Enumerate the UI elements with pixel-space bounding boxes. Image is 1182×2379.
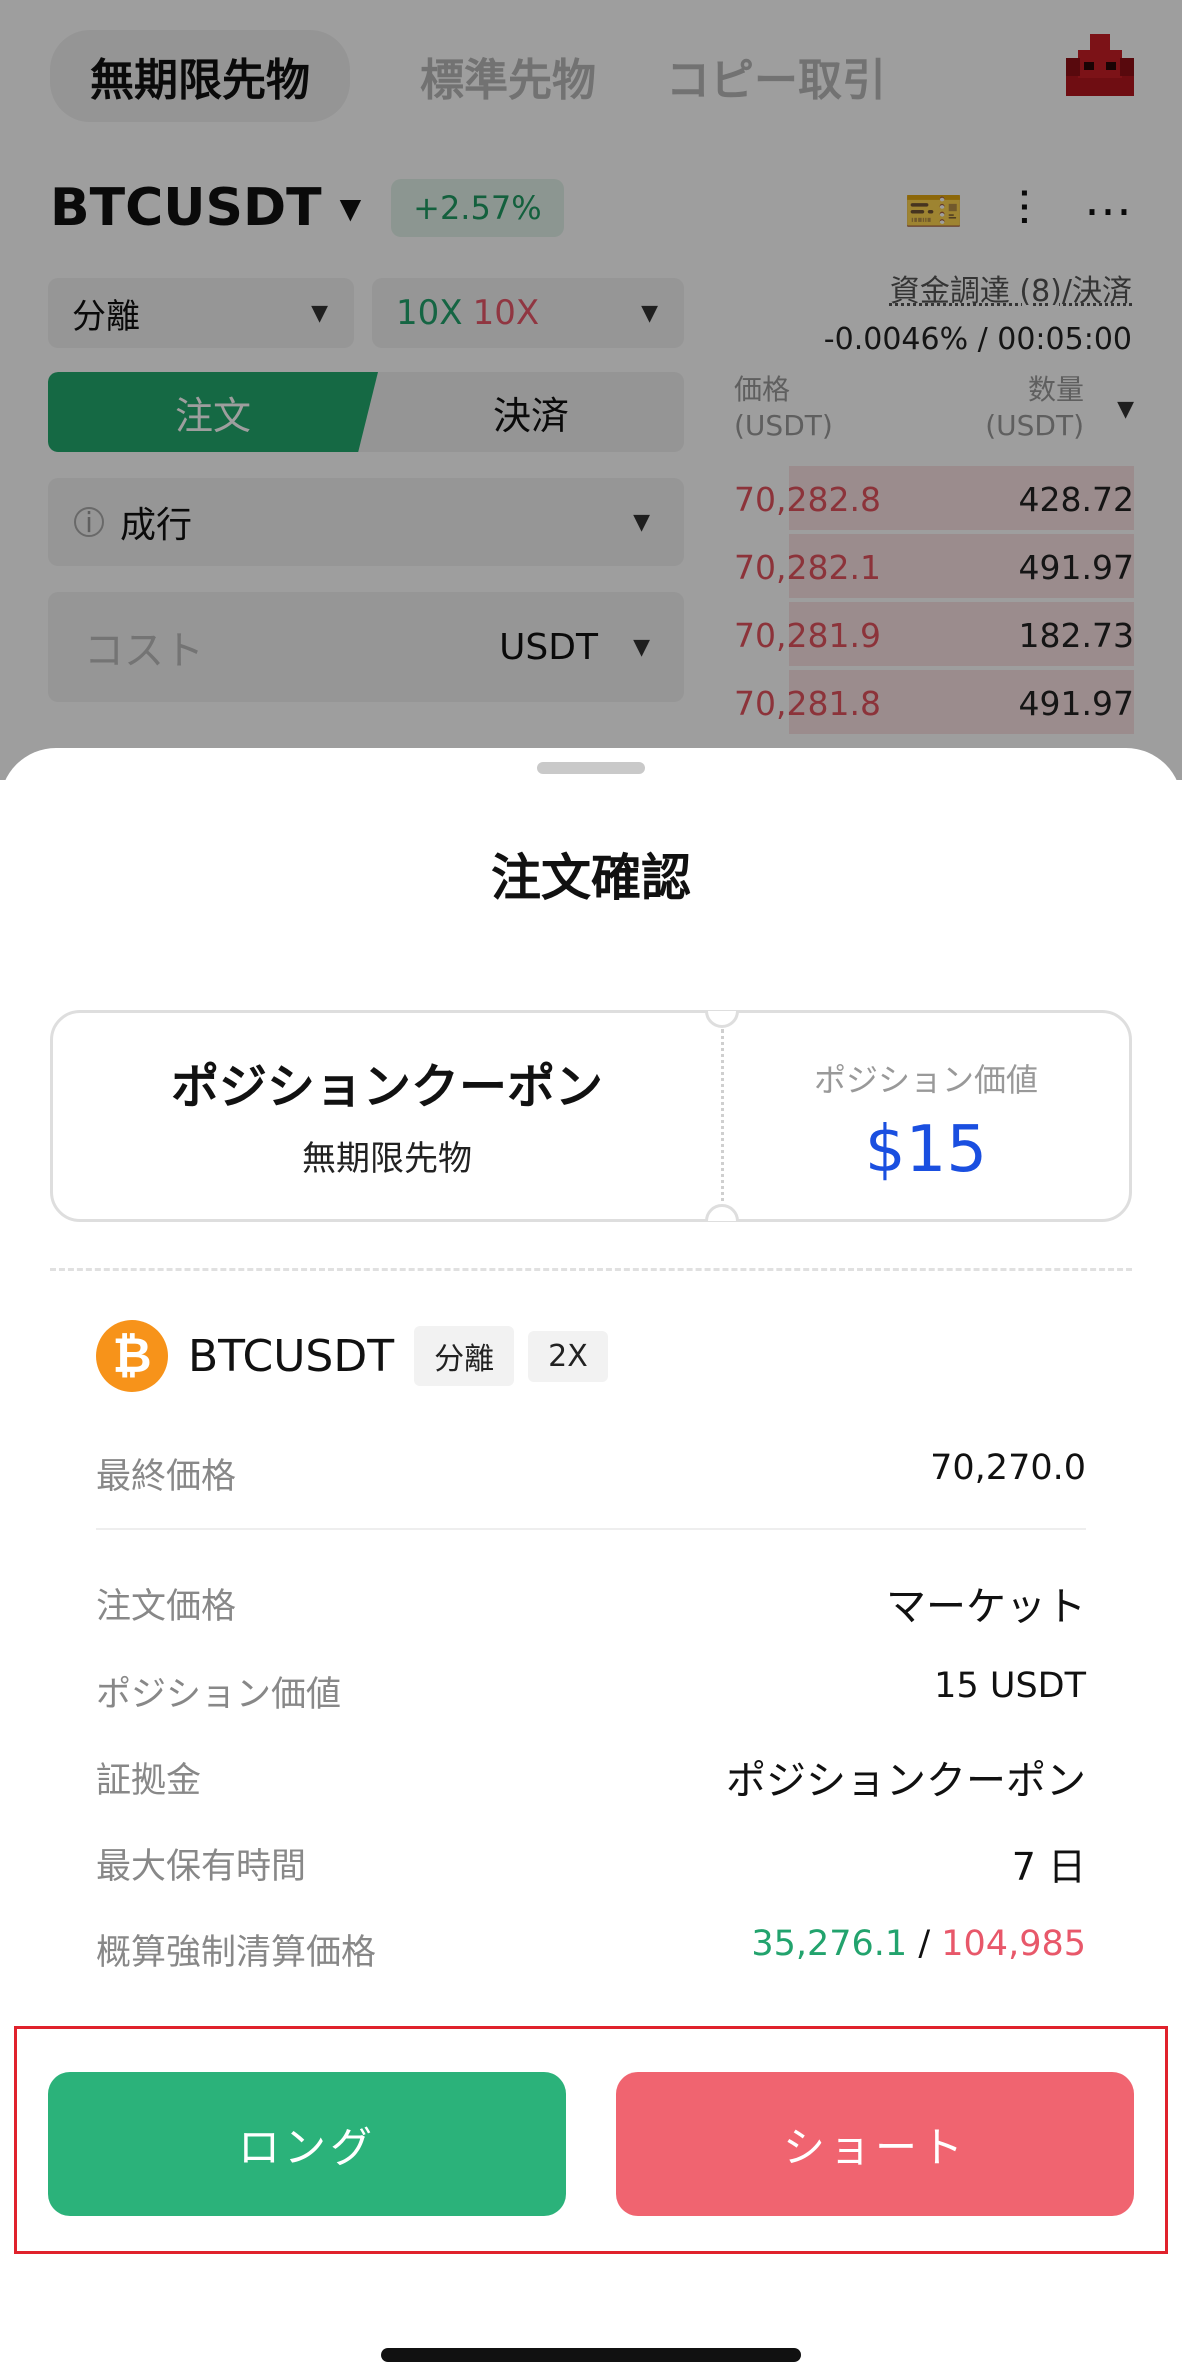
position-coupon-card: ポジションクーポン 無期限先物 ポジション価値 $15 — [50, 1010, 1132, 1222]
order-confirm-sheet: 注文確認 ポジションクーポン 無期限先物 ポジション価値 $15 ₿ BTCUS… — [0, 748, 1182, 2379]
home-indicator[interactable] — [381, 2348, 801, 2362]
coupon-value-label: ポジション価値 — [813, 1061, 1038, 1099]
detail-label: 最大保有時間 — [96, 1847, 307, 1887]
sheet-grab-handle[interactable] — [537, 762, 645, 774]
last-price-label: 最終価格 — [96, 1457, 237, 1497]
bitcoin-icon: ₿ — [96, 1320, 168, 1392]
liquidation-short-value: 104,985 — [941, 1924, 1086, 1964]
liquidation-values: 35,276.1 / 104,985 — [751, 1924, 1086, 1964]
margin-mode-tag: 分離 — [414, 1326, 515, 1386]
liquidation-label: 概算強制清算価格 — [96, 1933, 377, 1973]
long-button[interactable]: ロング — [48, 2072, 566, 2216]
coupon-info: ポジションクーポン 無期限先物 — [53, 1013, 721, 1219]
detail-value: 15 USDT — [934, 1666, 1086, 1706]
detail-value: ポジションクーポン — [726, 1758, 1086, 1804]
sheet-title: 注文確認 — [491, 849, 691, 907]
asset-row: ₿ BTCUSDT 分離 2X — [96, 1320, 608, 1392]
liquidation-separator: / — [918, 1924, 931, 1964]
detail-label: 注文価格 — [96, 1587, 237, 1627]
asset-symbol: BTCUSDT — [188, 1330, 395, 1382]
short-button[interactable]: ショート — [616, 2072, 1134, 2216]
detail-label: 証拠金 — [96, 1761, 202, 1801]
coupon-subtitle: 無期限先物 — [302, 1139, 472, 1179]
coupon-value: $15 — [864, 1113, 988, 1187]
section-divider — [50, 1268, 1132, 1271]
liquidation-long-value: 35,276.1 — [751, 1924, 908, 1964]
row-divider — [96, 1528, 1086, 1530]
leverage-tag: 2X — [528, 1330, 608, 1382]
modal-backdrop[interactable] — [0, 0, 1182, 780]
detail-label: ポジション価値 — [96, 1675, 342, 1715]
detail-value: マーケット — [886, 1584, 1086, 1630]
last-price-value: 70,270.0 — [930, 1448, 1086, 1488]
coupon-value-area: ポジション価値 $15 — [723, 1013, 1129, 1219]
coupon-title: ポジションクーポン — [170, 1059, 603, 1115]
detail-value: 7 日 — [1011, 1845, 1086, 1889]
